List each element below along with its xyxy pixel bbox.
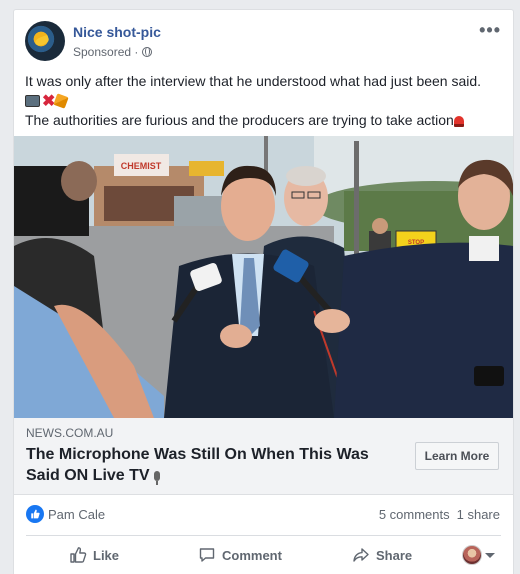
link-headline[interactable]: The Microphone Was Still On When This Wa… <box>26 444 376 486</box>
link-domain: NEWS.COM.AU <box>26 426 114 440</box>
press-scrum-photo: CHEMIST STOP THE NEW POWER LINE <box>14 136 513 418</box>
post-text: It was only after the interview that he … <box>25 72 503 130</box>
caret-down-icon <box>485 552 495 558</box>
sponsored-label[interactable]: Sponsored · <box>73 45 138 59</box>
reactions-summary[interactable]: Pam Cale <box>26 505 105 523</box>
globe-icon[interactable] <box>142 47 153 57</box>
learn-more-button[interactable]: Learn More <box>415 442 499 470</box>
divider <box>26 535 501 536</box>
share-label: Share <box>376 547 413 563</box>
microphone-emoji <box>153 470 160 485</box>
action-bar: Like Comment Share <box>14 540 513 570</box>
siren-emoji <box>453 115 464 127</box>
shares-count[interactable]: 1 share <box>457 507 500 522</box>
engagement-counts: 5 comments 1 share <box>379 507 500 522</box>
like-button[interactable]: Like <box>69 546 119 564</box>
post-text-line: It was only after the interview that he … <box>25 73 482 89</box>
tv-emoji <box>25 95 40 108</box>
like-reaction-icon <box>26 505 44 523</box>
share-button[interactable]: Share <box>352 546 412 564</box>
viewer-profile-selector[interactable] <box>462 545 495 565</box>
sponsored-post: Nice shot-pic Sponsored · ••• It was onl… <box>13 9 514 574</box>
emoji-line: ✖ <box>25 91 503 111</box>
page-avatar[interactable] <box>25 21 65 61</box>
party-emoji <box>53 93 70 109</box>
post-meta: Sponsored · <box>73 45 153 59</box>
comment-icon <box>199 548 215 562</box>
comments-count[interactable]: 5 comments <box>379 507 450 522</box>
post-text-line: The authorities are furious and the prod… <box>25 111 503 130</box>
page-name-link[interactable]: Nice shot-pic <box>73 24 161 40</box>
viewer-avatar <box>462 545 482 565</box>
more-options-icon[interactable]: ••• <box>479 20 501 41</box>
share-icon <box>353 548 369 562</box>
link-preview[interactable]: NEWS.COM.AU The Microphone Was Still On … <box>14 418 513 495</box>
reactor-name[interactable]: Pam Cale <box>48 507 105 522</box>
comment-button[interactable]: Comment <box>198 546 282 564</box>
like-icon <box>70 547 87 563</box>
chemist-sign: CHEMIST <box>121 161 162 171</box>
like-label: Like <box>93 547 120 563</box>
link-image[interactable]: CHEMIST STOP THE NEW POWER LINE <box>14 136 513 418</box>
comment-label: Comment <box>222 547 282 563</box>
